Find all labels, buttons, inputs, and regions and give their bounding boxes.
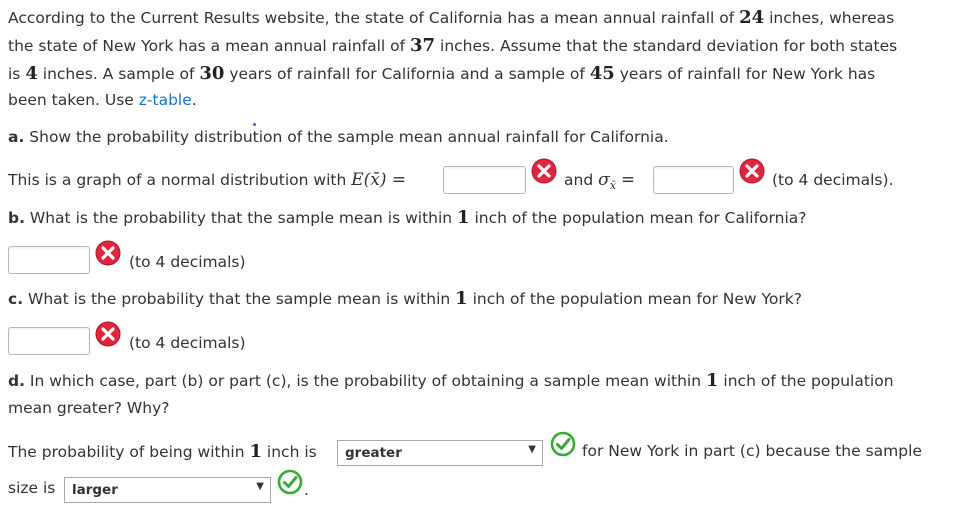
part-b-answer-input[interactable] (8, 246, 90, 274)
part-d-question-line-1: d. In which case, part (b) or part (c), … (8, 370, 894, 391)
part-a-hint: (to 4 decimals). (772, 171, 894, 189)
incorrect-icon (95, 321, 121, 347)
decorative-dot (253, 123, 256, 126)
part-b-question: b. What is the probability that the samp… (8, 207, 807, 228)
incorrect-icon (531, 158, 557, 184)
final-period: . (304, 481, 309, 499)
ca-mean-value: 24 (739, 7, 765, 28)
part-a-question: a. Show the probability distribution of … (8, 128, 669, 146)
sd-value: 4 (25, 63, 38, 84)
part-d-answer-line-1: The probability of being within 1 inch i… (8, 441, 317, 462)
ca-sample-size: 30 (199, 63, 225, 84)
part-d-answer-line-2: size is (8, 479, 56, 497)
expected-value-input[interactable] (443, 166, 526, 194)
z-table-link[interactable]: z-table (139, 91, 192, 109)
part-c-question: c. What is the probability that the samp… (8, 288, 802, 309)
standard-error-input[interactable] (653, 166, 734, 194)
part-b-hint: (to 4 decimals) (129, 253, 246, 271)
intro-line-4: been taken. Use z-table. (8, 91, 197, 109)
incorrect-icon (739, 158, 765, 184)
dropdown-arrow-icon: ▼ (256, 481, 264, 492)
sigma-label: and σx̄ = (564, 170, 636, 193)
part-d-question-line-2: mean greater? Why? (8, 399, 170, 417)
ny-mean-value: 37 (410, 35, 436, 56)
probability-comparison-select[interactable]: greater ▼ (337, 440, 543, 466)
expected-value-label: E(x̄) = (351, 170, 407, 190)
intro-line-3: is 4 inches. A sample of 30 years of rai… (8, 63, 876, 84)
ny-sample-size: 45 (589, 63, 615, 84)
incorrect-icon (95, 240, 121, 266)
part-c-hint: (to 4 decimals) (129, 334, 246, 352)
part-a-graph-text: This is a graph of a normal distribution… (8, 170, 407, 190)
correct-check-icon (277, 469, 303, 495)
part-d-answer-text: for New York in part (c) because the sam… (582, 442, 922, 460)
sample-size-select[interactable]: larger ▼ (64, 477, 271, 503)
intro-line-1: According to the Current Results website… (8, 7, 895, 28)
intro-line-2: the state of New York has a mean annual … (8, 35, 898, 56)
part-c-answer-input[interactable] (8, 327, 90, 355)
dropdown-arrow-icon: ▼ (528, 444, 536, 455)
correct-check-icon (550, 431, 576, 457)
